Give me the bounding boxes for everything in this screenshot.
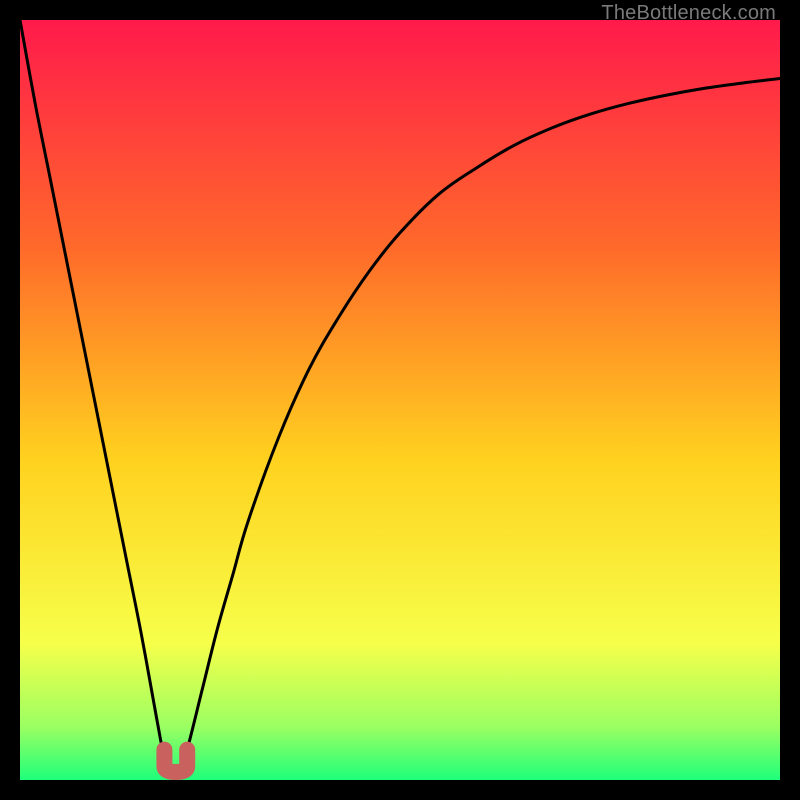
chart-frame [20, 20, 780, 780]
attribution-text: TheBottleneck.com [601, 2, 776, 25]
gradient-background [20, 20, 780, 780]
bottleneck-chart [20, 20, 780, 780]
